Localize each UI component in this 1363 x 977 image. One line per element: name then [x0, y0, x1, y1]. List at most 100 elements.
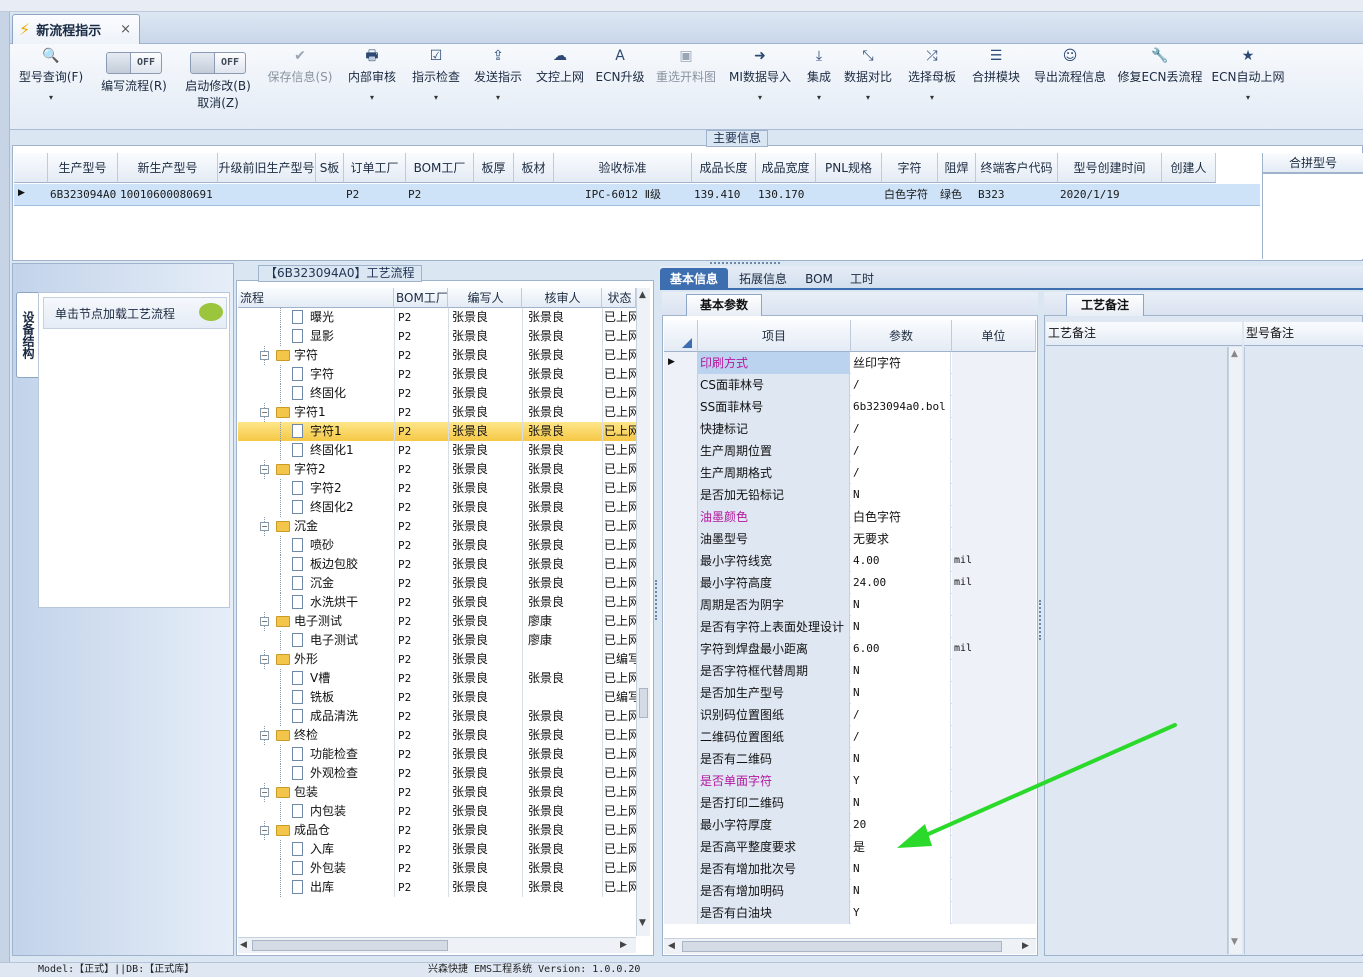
- column-header[interactable]: 板厚: [474, 153, 514, 183]
- dropdown-arrow-icon[interactable]: ▾: [370, 93, 374, 102]
- scroll-up-icon[interactable]: ▲: [639, 290, 646, 300]
- process-row[interactable]: − 字符2 P2 张景良 张景良 已上网: [238, 460, 636, 479]
- process-row[interactable]: 终固化2 P2 张景良 张景良 已上网: [238, 498, 636, 517]
- remarks-col-1-body[interactable]: [1046, 347, 1228, 954]
- dropdown-arrow-icon[interactable]: ▾: [817, 93, 821, 102]
- param-row[interactable]: 油墨颜色 白色字符: [664, 506, 1036, 528]
- param-value[interactable]: 无要求: [851, 528, 951, 550]
- tab-new-process[interactable]: ⚡ 新流程指示 ×: [12, 14, 140, 44]
- param-value[interactable]: N: [851, 484, 951, 506]
- process-row[interactable]: 字符 P2 张景良 张景良 已上网: [238, 365, 636, 384]
- toolbar-button-7[interactable]: ⇪ 发送指示 ▾: [470, 44, 526, 128]
- dropdown-arrow-icon[interactable]: ▾: [1246, 93, 1250, 102]
- param-row[interactable]: 是否有增加明码 N: [664, 880, 1036, 902]
- detail-tab[interactable]: 工时: [840, 268, 884, 290]
- param-value[interactable]: N: [851, 660, 951, 682]
- column-header[interactable]: 新生产型号: [118, 153, 218, 183]
- process-row[interactable]: 喷砂 P2 张景良 张景良 已上网: [238, 536, 636, 555]
- param-value[interactable]: 24.00: [851, 572, 951, 594]
- dropdown-arrow-icon[interactable]: ▾: [758, 93, 762, 102]
- param-value[interactable]: /: [851, 440, 951, 462]
- collapse-toggle-icon[interactable]: −: [260, 617, 269, 626]
- param-value[interactable]: 丝印字符: [851, 352, 951, 374]
- toolbar-button-2[interactable]: OFF 编写流程(R): [94, 44, 174, 128]
- collapse-toggle-icon[interactable]: −: [260, 408, 269, 417]
- params-scroll-left-icon[interactable]: ◀: [668, 941, 675, 951]
- param-value[interactable]: N: [851, 880, 951, 902]
- toolbar-button-16[interactable]: ☺ 导出流程信息: [1030, 44, 1110, 128]
- toolbar-button-8[interactable]: ☁ 文控上网: [532, 44, 588, 128]
- params-column-header[interactable]: 参数: [851, 320, 952, 352]
- remarks-col-2-body[interactable]: [1244, 347, 1363, 954]
- process-row[interactable]: 沉金 P2 张景良 张景良 已上网: [238, 574, 636, 593]
- param-value[interactable]: N: [851, 682, 951, 704]
- off-toggle[interactable]: OFF: [106, 52, 162, 74]
- process-row[interactable]: V槽 P2 张景良 张景良 已上网: [238, 669, 636, 688]
- process-row[interactable]: 字符1 P2 张景良 张景良 已上网: [238, 422, 636, 441]
- process-row[interactable]: 外观检查 P2 张景良 张景良 已上网: [238, 764, 636, 783]
- params-scroll-right-icon[interactable]: ▶: [1022, 941, 1029, 951]
- param-value[interactable]: /: [851, 418, 951, 440]
- toolbar-button-4[interactable]: ✔ 保存信息(S): [262, 44, 338, 128]
- remarks-scroll-down-icon[interactable]: ▼: [1231, 937, 1238, 947]
- off-toggle[interactable]: OFF: [190, 52, 246, 74]
- toolbar-button-14[interactable]: ⤮ 选择母板 ▾: [904, 44, 960, 128]
- hscroll-thumb[interactable]: [252, 940, 448, 951]
- column-header[interactable]: PNL规格: [816, 153, 882, 183]
- column-header[interactable]: 板材: [514, 153, 554, 183]
- param-value[interactable]: 6.00: [851, 638, 951, 660]
- column-header[interactable]: S板: [316, 153, 344, 183]
- toolbar-button-17[interactable]: 🔧 修复ECN丢流程: [1116, 44, 1204, 128]
- process-row[interactable]: − 沉金 P2 张景良 张景良 已上网: [238, 517, 636, 536]
- param-value[interactable]: N: [851, 616, 951, 638]
- tab-close-icon[interactable]: ×: [120, 22, 131, 37]
- param-value[interactable]: 6b323094a0.bol: [851, 396, 951, 418]
- toolbar-button-12[interactable]: ⤓ 集成 ▾: [802, 44, 836, 128]
- collapse-toggle-icon[interactable]: −: [260, 826, 269, 835]
- column-header[interactable]: 订单工厂: [344, 153, 406, 183]
- collapse-toggle-icon[interactable]: −: [260, 655, 269, 664]
- process-row[interactable]: 入库 P2 张景良 张景良 已上网: [238, 840, 636, 859]
- vertical-tab-device-structure[interactable]: 设备结构: [16, 292, 38, 378]
- column-header[interactable]: 验收标准: [554, 153, 692, 183]
- param-value[interactable]: /: [851, 462, 951, 484]
- column-header[interactable]: 升级前旧生产型号: [218, 153, 316, 183]
- process-row[interactable]: − 字符 P2 张景良 张景良 已上网: [238, 346, 636, 365]
- param-row[interactable]: 是否字符框代替周期 N: [664, 660, 1036, 682]
- param-row[interactable]: 是否有白油块 Y: [664, 902, 1036, 924]
- toolbar-button-10[interactable]: ▣ 重选开料图: [652, 44, 720, 128]
- splitter-grip-top[interactable]: [710, 262, 780, 266]
- toolbar-button-13[interactable]: ⤡ 数据对比 ▾: [840, 44, 896, 128]
- dropdown-arrow-icon[interactable]: ▾: [930, 93, 934, 102]
- process-row[interactable]: 水洗烘干 P2 张景良 张景良 已上网: [238, 593, 636, 612]
- process-row[interactable]: 电子测试 P2 张景良 廖康 已上网: [238, 631, 636, 650]
- collapse-toggle-icon[interactable]: −: [260, 351, 269, 360]
- params-hscroll[interactable]: ◀ ▶: [664, 938, 1036, 954]
- column-header[interactable]: 成品宽度: [756, 153, 816, 183]
- collapse-toggle-icon[interactable]: −: [260, 465, 269, 474]
- column-header[interactable]: 成品长度: [692, 153, 756, 183]
- collapse-toggle-icon[interactable]: −: [260, 731, 269, 740]
- collapse-toggle-icon[interactable]: −: [260, 522, 269, 531]
- process-hscroll[interactable]: ◀ ▶: [238, 937, 636, 953]
- process-row[interactable]: 字符2 P2 张景良 张景良 已上网: [238, 479, 636, 498]
- column-header[interactable]: 型号创建时间: [1058, 153, 1162, 183]
- process-column-header[interactable]: 状态: [602, 288, 636, 308]
- param-row[interactable]: 是否加无铅标记 N: [664, 484, 1036, 506]
- process-column-header[interactable]: 核审人: [522, 288, 602, 308]
- dropdown-arrow-icon[interactable]: ▾: [49, 93, 53, 102]
- dropdown-arrow-icon[interactable]: ▾: [866, 93, 870, 102]
- toolbar-button-15[interactable]: ☰ 合拼模块: [968, 44, 1024, 128]
- remarks-vscroll[interactable]: ▲ ▼: [1228, 347, 1242, 954]
- detail-tab[interactable]: 拓展信息: [730, 268, 796, 290]
- param-value[interactable]: Y: [851, 902, 951, 924]
- param-value[interactable]: 4.00: [851, 550, 951, 572]
- toolbar-button-6[interactable]: ☑ 指示检查 ▾: [408, 44, 464, 128]
- param-value[interactable]: /: [851, 374, 951, 396]
- param-row[interactable]: CS面菲林号 /: [664, 374, 1036, 396]
- process-row[interactable]: 成品清洗 P2 张景良 张景良 已上网: [238, 707, 636, 726]
- process-row[interactable]: 出库 P2 张景良 张景良 已上网: [238, 878, 636, 897]
- column-header[interactable]: 字符: [882, 153, 938, 183]
- column-header[interactable]: 终端客户代码: [976, 153, 1058, 183]
- remarks-tab[interactable]: 工艺备注: [1066, 294, 1144, 316]
